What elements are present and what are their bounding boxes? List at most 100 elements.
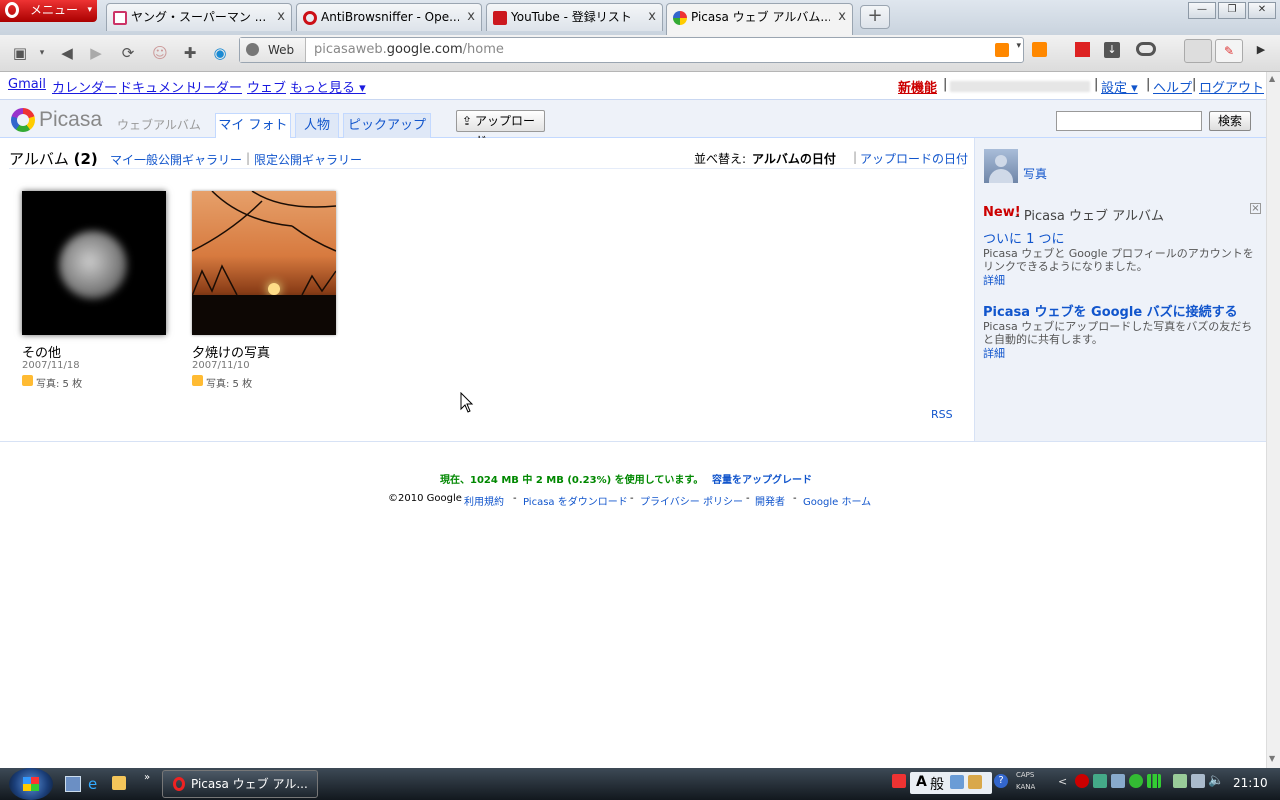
network-connection-icon[interactable] (1191, 774, 1205, 788)
bookmark-star-icon[interactable] (1075, 42, 1090, 57)
chevron-down-icon[interactable]: ▾ (1016, 41, 1021, 51)
tab-people[interactable]: 人物 (295, 113, 339, 138)
taskbar-window-opera[interactable]: Picasa ウェブ アル... (162, 770, 318, 798)
tab-youtube[interactable]: YouTube - 登録リスト x (486, 3, 663, 31)
signal-tray-icon[interactable] (1147, 774, 1161, 788)
search-engine-selector[interactable]: Web (240, 38, 306, 62)
reader-link[interactable]: リーダー (190, 77, 242, 96)
sort-upload-date-link[interactable]: アップロードの日付 (860, 150, 968, 167)
scroll-up-icon[interactable]: ▲ (1269, 74, 1275, 83)
restore-button[interactable]: ❐ (1218, 2, 1246, 19)
promo-link-merge[interactable]: ついに 1 つに (983, 228, 1065, 247)
rss-feed-icon[interactable] (995, 43, 1009, 57)
widgets-icon[interactable] (1184, 39, 1212, 63)
calendar-link[interactable]: カレンダー (52, 77, 117, 96)
terms-link[interactable]: 利用規約 (464, 493, 504, 508)
gmail-link[interactable]: Gmail (8, 77, 46, 92)
web-link[interactable]: ウェブ (247, 77, 286, 96)
folder-icon[interactable] (112, 776, 126, 790)
privacy-link[interactable]: プライバシー ポリシー (640, 493, 743, 508)
more-link[interactable]: もっと見る ▾ (290, 77, 366, 96)
ime-toolbar[interactable]: A 般 (910, 772, 992, 794)
album-thumbnail-sonota[interactable] (22, 191, 166, 335)
ime-dictionary-icon[interactable] (950, 775, 964, 789)
picasa-logo-text[interactable]: Picasa (39, 108, 102, 132)
chevron-down-icon[interactable]: ▾ (30, 41, 54, 65)
display-tray-icon[interactable] (1111, 774, 1125, 788)
vertical-scrollbar[interactable]: ▲ ▼ (1266, 72, 1280, 768)
separator: - (793, 493, 797, 504)
download-picasa-link[interactable]: Picasa をダウンロード (523, 493, 628, 508)
reload-icon[interactable]: ⟳ (116, 41, 140, 65)
google-home-link[interactable]: Google ホーム (803, 493, 871, 508)
opera-menu-button[interactable]: メニュー ▾ (0, 0, 97, 22)
close-icon[interactable]: × (1250, 203, 1261, 214)
show-desktop-icon[interactable] (65, 776, 81, 792)
ime-mode[interactable]: A (916, 774, 927, 790)
search-input[interactable] (1056, 111, 1202, 131)
ie-icon[interactable]: e (88, 775, 97, 793)
opera-tray-icon[interactable] (892, 774, 906, 788)
album-title[interactable]: その他 (22, 342, 61, 361)
upgrade-storage-link[interactable]: 容量をアップグレード (712, 471, 812, 486)
network-tray-icon[interactable] (1093, 774, 1107, 788)
promo-link-buzz[interactable]: Picasa ウェブを Google バズに接続する (983, 301, 1238, 320)
limited-gallery-link[interactable]: 限定公開ギャラリー (254, 151, 362, 168)
tray-expand-icon[interactable]: < (1058, 775, 1067, 788)
tab-explore[interactable]: ピックアップ (343, 113, 431, 138)
ime-label[interactable]: 般 (930, 774, 944, 794)
rss-link[interactable]: RSS (931, 408, 953, 421)
ime-tools-icon[interactable] (968, 775, 982, 789)
details-link[interactable]: 詳細 (983, 272, 1005, 288)
scroll-down-icon[interactable]: ▼ (1269, 754, 1275, 763)
opera-mail-tray-icon[interactable] (1075, 774, 1089, 788)
close-tab-icon[interactable]: x (277, 4, 285, 30)
tab-antibrowsniffer[interactable]: AntiBrowsniffer - Ope... x (296, 3, 482, 31)
close-tab-icon[interactable]: x (648, 4, 656, 30)
minimize-button[interactable]: — (1188, 2, 1216, 19)
upload-button[interactable]: ⇪ アップロード (456, 110, 545, 148)
wand-icon[interactable]: ☺ (148, 41, 172, 65)
url-field[interactable]: picasaweb.google.com/home (314, 38, 504, 62)
address-bar[interactable]: Web picasaweb.google.com/home ▾ (239, 37, 1024, 63)
help-icon[interactable]: ? (994, 774, 1008, 788)
overflow-icon[interactable]: » (144, 772, 150, 783)
new-features-link[interactable]: 新機能 (898, 77, 937, 96)
album-title[interactable]: 夕焼けの写真 (192, 342, 270, 361)
forward-icon[interactable]: ▶ (84, 41, 108, 65)
download-icon[interactable]: ↓ (1104, 42, 1120, 58)
photos-link[interactable]: 写真 (1023, 165, 1047, 182)
volume-icon[interactable]: 🔈 (1208, 773, 1224, 788)
back-icon[interactable]: ◀ (55, 41, 79, 65)
divider (9, 168, 964, 169)
album-thumbnail-sunset[interactable] (192, 191, 336, 335)
unite-icon[interactable] (1136, 42, 1156, 56)
public-gallery-link[interactable]: マイ一般公開ギャラリー (110, 151, 242, 168)
tab-picasa[interactable]: Picasa ウェブ アルバム... x (666, 3, 853, 35)
battery-tray-icon[interactable] (1173, 774, 1187, 788)
globe-icon[interactable]: ◉ (208, 41, 232, 65)
status-tray-icon[interactable] (1129, 774, 1143, 788)
close-window-button[interactable]: ✕ (1248, 2, 1276, 19)
documents-link[interactable]: ドキュメント (119, 77, 197, 96)
panels-icon[interactable]: ▣ (8, 41, 32, 65)
close-tab-icon[interactable]: x (467, 4, 475, 30)
start-button[interactable] (9, 768, 53, 800)
rss-icon[interactable] (1032, 42, 1047, 57)
paint-icon[interactable]: ✎ (1215, 39, 1243, 63)
details-link[interactable]: 詳細 (983, 345, 1005, 361)
new-tab-button[interactable]: + (860, 5, 890, 29)
clock[interactable]: 21:10 (1233, 776, 1268, 790)
logout-link[interactable]: ログアウト (1199, 77, 1264, 96)
tab-my-photos[interactable]: マイ フォト (215, 113, 291, 139)
settings-link[interactable]: 設定 ▾ (1101, 77, 1138, 96)
developers-link[interactable]: 開発者 (755, 493, 785, 508)
tab-label: ピックアップ (347, 118, 426, 133)
search-button[interactable]: 検索 (1209, 111, 1251, 131)
avatar[interactable] (984, 149, 1018, 183)
panel-toggle-icon[interactable]: ▶ (1252, 41, 1270, 59)
tab-young-superman[interactable]: ヤング・スーパーマン ... x (106, 3, 292, 31)
close-tab-icon[interactable]: x (838, 4, 846, 30)
help-link[interactable]: ヘルプ (1153, 77, 1192, 96)
add-icon[interactable]: ✚ (178, 41, 202, 65)
